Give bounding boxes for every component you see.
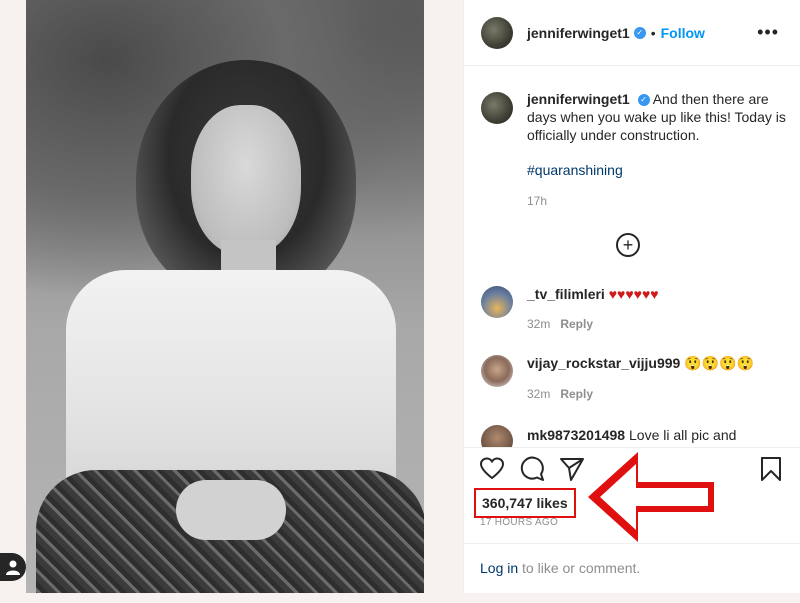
heart-icon[interactable] bbox=[479, 456, 505, 482]
comment-avatar[interactable] bbox=[481, 355, 513, 387]
bookmark-icon[interactable] bbox=[758, 456, 784, 482]
login-prompt: Log in to like or comment. bbox=[464, 543, 800, 592]
comment-item: mk9873201498 Love li all pic and bbox=[481, 425, 786, 447]
comment-item: _tv_filimleri ♥♥♥♥♥♥ 32m Reply bbox=[481, 286, 786, 331]
likes-count[interactable]: 360,747 likes bbox=[474, 488, 576, 518]
comment-meta: 32m Reply bbox=[527, 317, 659, 331]
reply-button[interactable]: Reply bbox=[560, 387, 593, 401]
comment-username[interactable]: _tv_filimleri bbox=[527, 286, 605, 302]
comment-time: 32m bbox=[527, 317, 551, 331]
caption-username[interactable]: jenniferwinget1 bbox=[527, 91, 630, 107]
share-icon[interactable] bbox=[559, 456, 585, 482]
arrow-annotation bbox=[588, 452, 714, 542]
comment-icon[interactable] bbox=[519, 456, 545, 482]
comment-text: ♥♥♥♥♥♥ bbox=[608, 286, 659, 302]
separator-dot: • bbox=[650, 24, 656, 41]
comment-username[interactable]: mk9873201498 bbox=[527, 427, 625, 443]
comment-time: 32m bbox=[527, 387, 551, 401]
more-icon[interactable]: ••• bbox=[757, 23, 779, 41]
login-link[interactable]: Log in bbox=[480, 560, 518, 576]
user-tag-button[interactable] bbox=[0, 553, 26, 581]
verified-icon: ✓ bbox=[633, 26, 646, 39]
comment-avatar[interactable] bbox=[481, 425, 513, 447]
comment-username[interactable]: vijay_rockstar_vijju999 bbox=[527, 355, 680, 371]
comment-text: Love li all pic and bbox=[629, 427, 737, 443]
add-comment-icon[interactable]: + bbox=[616, 233, 640, 257]
comment-avatar[interactable] bbox=[481, 286, 513, 318]
hashtag-link[interactable]: #quaranshining bbox=[527, 161, 786, 179]
follow-button[interactable]: Follow bbox=[661, 25, 705, 41]
username-link[interactable]: jenniferwinget1 bbox=[527, 25, 630, 41]
reply-button[interactable]: Reply bbox=[560, 317, 593, 331]
photo-face bbox=[191, 105, 301, 255]
login-text: to like or comment. bbox=[518, 560, 641, 576]
comment-meta: 32m Reply bbox=[527, 387, 754, 401]
photo-hands bbox=[176, 480, 286, 540]
comment-item: vijay_rockstar_vijju999 😲😲😲😲 32m Reply bbox=[481, 355, 786, 401]
caption-time: 17h bbox=[527, 194, 548, 208]
avatar[interactable] bbox=[481, 16, 513, 49]
user-icon bbox=[6, 560, 20, 575]
post-photo[interactable] bbox=[26, 0, 424, 593]
caption-avatar[interactable] bbox=[481, 92, 513, 124]
post-caption: jenniferwinget1 ✓ And then there are day… bbox=[481, 90, 786, 210]
verified-icon: ✓ bbox=[637, 94, 650, 107]
post-time: 17 HOURS AGO bbox=[480, 517, 559, 528]
post-header: jenniferwinget1 ✓ • Follow ••• bbox=[464, 0, 800, 66]
comment-text: 😲😲😲😲 bbox=[684, 355, 754, 371]
